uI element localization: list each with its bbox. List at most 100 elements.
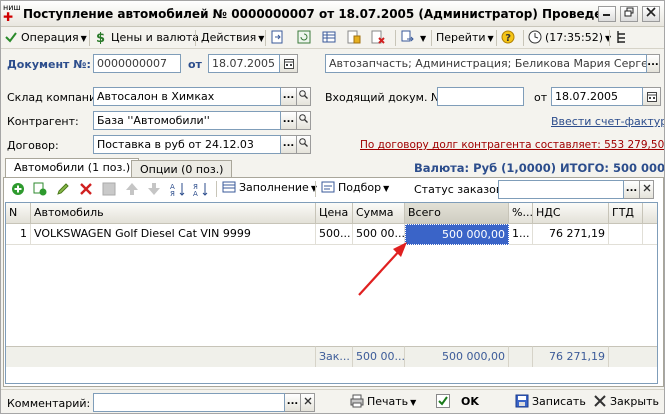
tab-options[interactable]: Опции (0 поз.) [131,160,233,178]
tb-doc-button-3[interactable] [322,29,339,47]
actions-menu[interactable]: Действия ▼ [201,29,264,47]
tb-doc-button-2[interactable] [297,29,314,47]
toolbar-separator [89,30,90,46]
help-button[interactable]: ? [501,29,518,47]
time-menu[interactable]: (17:35:52)▼ [528,29,611,47]
column-header-car[interactable]: Автомобиль [31,203,316,224]
help-icon: ? [501,30,515,44]
cell-vat[interactable]: 76 271,19 [533,224,609,245]
sort-descending-icon: ЯА [193,183,208,198]
document-structure-button[interactable] [615,29,632,47]
warehouse-label: Склад компании: [7,91,107,104]
enter-invoice-link[interactable]: Ввести счет-фактуру [551,115,664,128]
contractor-search-button[interactable] [297,111,311,130]
minimize-button[interactable] [598,6,616,22]
prices-currency-button[interactable]: $ Цены и валюта [94,29,199,47]
sort-asc-button[interactable]: AЯ [170,181,186,200]
ok-button[interactable]: OK [432,393,483,413]
cell-total-selected[interactable]: 500 000,00 [405,224,509,245]
organization-info-field[interactable]: Автозапчасть; Администрация; Беликова Ма… [325,54,647,73]
column-header-vat[interactable]: НДС [533,203,609,224]
dollar-icon: $ [96,31,105,44]
orders-status-select-button[interactable]: ... [624,180,640,199]
cell-car[interactable]: VOLKSWAGEN Golf Diesel Cat VIN 9999 [31,224,316,245]
operation-menu[interactable]: Операция ▼ [4,29,87,47]
goto-menu[interactable]: Перейти ▼ [436,29,494,47]
currency-total: Валюта: Руб (1,0000) ИТОГО: 500 000,00 [414,161,665,175]
toolbar-separator [395,30,396,46]
edit-row-button[interactable] [56,182,70,199]
title-bar: ниш ✚ Поступление автомобилей № 00000000… [1,1,664,27]
cell-n[interactable]: 1 [6,224,31,245]
printer-icon [350,394,364,408]
svg-text:?: ? [505,33,511,44]
print-label: Печать [367,395,409,408]
comment-select-button[interactable]: ... [285,393,301,412]
tb-doc-button-1[interactable] [271,29,288,47]
cell-percent[interactable]: 1... [509,224,533,245]
move-up-button[interactable] [125,182,139,199]
organization-select-button[interactable]: ... [647,54,660,73]
move-down-button[interactable] [147,182,161,199]
cell-gtd[interactable] [609,224,643,245]
column-header-gtd[interactable]: ГТД [609,203,643,224]
restore-icon [624,7,634,17]
comment-field[interactable] [93,393,285,412]
warehouse-search-button[interactable] [297,87,311,106]
tab-cars[interactable]: Автомобили (1 поз.) [5,158,140,178]
copy-row-button[interactable] [33,182,47,199]
end-edit-button[interactable] [102,182,116,199]
contractor-debt-link[interactable]: По договору долг контрагента составляет:… [360,139,664,151]
window-title: Поступление автомобилей № 0000000007 от … [23,7,611,21]
prices-label: Цены и валюта [111,31,199,44]
cell-price[interactable]: 500... [316,224,353,245]
warehouse-field[interactable]: Автосалон в Химках [93,87,281,106]
restore-button[interactable] [620,6,638,22]
contractor-select-button[interactable]: ... [281,111,297,130]
incoming-date-calendar-button[interactable] [643,87,661,106]
incoming-doc-label: Входящий докум. №: [325,91,447,104]
column-header-n[interactable]: N [6,203,31,224]
structure-menu[interactable]: ▼ [401,29,426,47]
delete-icon [80,183,92,195]
orders-status-clear-button[interactable] [640,180,654,199]
incoming-date-field[interactable]: 18.07.2005 [551,87,643,106]
toolbar-separator [265,30,266,46]
tb-doc-button-5[interactable] [371,29,388,47]
contract-search-button[interactable] [297,135,311,154]
column-header-total[interactable]: Всего [405,203,509,224]
close-window-button[interactable] [642,6,660,22]
toolbar-separator [496,30,497,46]
sort-desc-button[interactable]: ЯА [193,181,209,200]
fill-menu[interactable]: Заполнение ▼ [222,179,317,197]
orders-status-field[interactable] [498,180,624,199]
close-button[interactable]: Закрыть [589,393,663,413]
save-label: Записать [532,395,586,408]
print-menu[interactable]: Печать ▼ [346,393,420,413]
incoming-doc-number-field[interactable] [437,87,524,106]
delete-row-button[interactable] [79,182,93,199]
fill-label: Заполнение [239,181,309,194]
contract-select-button[interactable]: ... [281,135,297,154]
warehouse-select-button[interactable]: ... [281,87,297,106]
selection-menu[interactable]: Подбор ▼ [321,179,389,197]
add-row-button[interactable] [11,182,25,199]
column-header-percent[interactable]: %... [509,203,533,224]
column-header-price[interactable]: Цена [316,203,353,224]
selection-label: Подбор [338,181,382,194]
doc-date-field[interactable]: 18.07.2005 [208,54,280,73]
column-header-sum[interactable]: Сумма [353,203,405,224]
doc-number-field[interactable]: 0000000007 [93,54,181,73]
refresh-doc-icon [297,30,311,44]
contract-field[interactable]: Поставка в руб от 24.12.03 [93,135,281,154]
tb-doc-button-4[interactable] [347,29,364,47]
contractor-field[interactable]: База ''Автомобили'' [93,111,281,130]
comment-clear-button[interactable] [301,393,315,412]
save-button[interactable]: Записать [511,393,590,413]
plus-icon: ✚ [3,10,14,24]
close-label: Закрыть [610,395,659,408]
search-icon [299,138,308,147]
pencil-icon [57,183,69,195]
doc-date-calendar-button[interactable] [280,54,298,73]
toolbar-separator [431,30,432,46]
